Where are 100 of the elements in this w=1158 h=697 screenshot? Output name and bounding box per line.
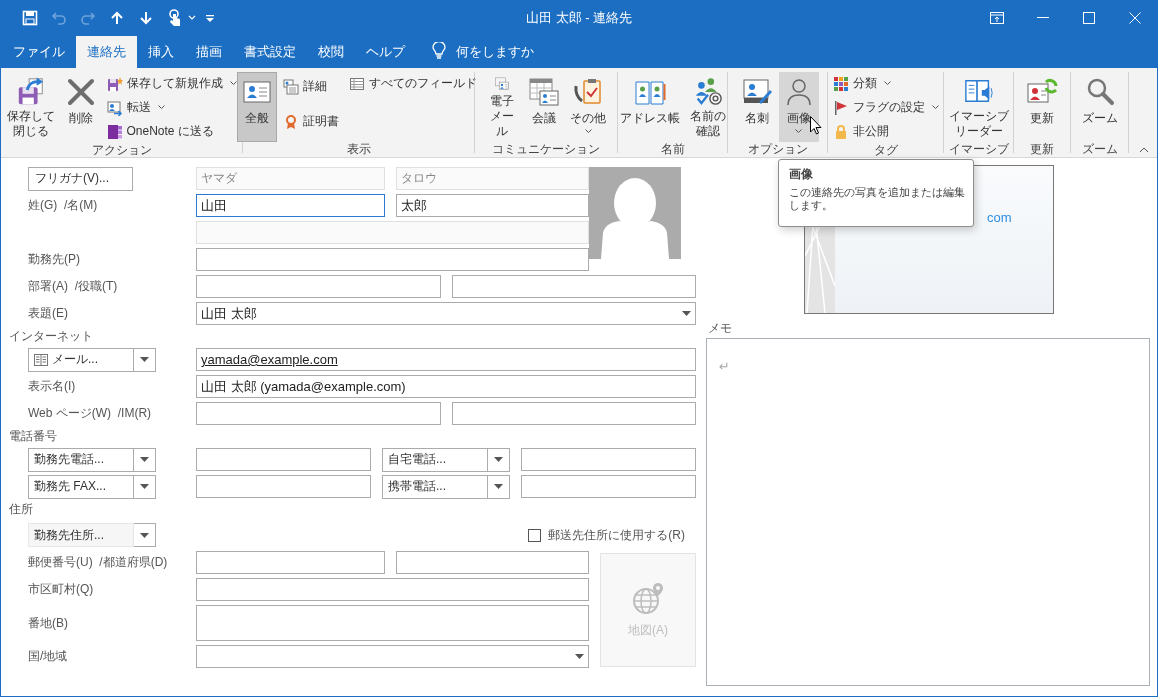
group-label: アクション [91,143,152,157]
email-field[interactable]: yamada@example.com [196,348,696,371]
field-label: 番地(B) [28,614,68,632]
collapse-ribbon-icon[interactable] [1139,147,1149,153]
dropdown-arrow-icon [575,654,584,659]
color-grid-icon [832,75,849,92]
input-field[interactable] [196,605,589,641]
dropdown-arrow-icon [494,457,503,462]
group-label: イマーシブ [948,142,1009,156]
general-view-button[interactable]: 全般 [236,72,277,142]
input-field[interactable] [196,275,441,298]
ribbon-tab[interactable]: 描画 [185,36,233,68]
dropdown-button[interactable] [488,474,510,499]
ribbon-tab[interactable]: 連絡先 [76,36,137,68]
field-label: 郵便番号(U) /都道府県(D) [28,554,168,571]
details-view-button[interactable]: 詳細 [278,75,343,98]
field-label: 部署(A) /役職(T) [28,278,118,295]
phone-field[interactable] [196,475,371,498]
input-field[interactable]: ヤマダ [196,167,385,190]
field-label: 勤務先(P) [28,251,80,268]
input-field[interactable] [452,402,696,425]
tell-me-search[interactable]: 何をしますか [456,36,534,68]
save-close-button[interactable]: 保存して閉じる [2,72,59,142]
lightbulb-icon[interactable] [432,42,446,60]
ribbon-tab[interactable]: ファイル [2,36,76,68]
input-field[interactable] [452,275,696,298]
address-type-button[interactable]: 勤務先住所... [28,523,134,547]
dropdown-arrow-icon [494,484,503,489]
input-field[interactable]: 太郎 [396,194,589,217]
group-label: オプション [747,142,808,156]
group-label: 更新 [1030,142,1054,156]
phone-type-button[interactable]: 自宅電話... [382,447,488,472]
section-label: インターネット [9,327,93,345]
field-label: 国/地域 [28,648,68,665]
more-button[interactable]: その他 [566,72,610,142]
input-field[interactable]: 山田 [196,194,385,217]
field-label: 市区町村(Q) [28,581,94,598]
email-type-button[interactable]: メール... [28,347,134,372]
table-icon [348,75,365,92]
field-label: 表題(E) [28,305,68,322]
update-button[interactable]: 更新 [1022,72,1062,142]
delete-button[interactable]: 削除 [60,72,101,142]
ribbon-tab[interactable]: ヘルプ [355,36,416,68]
section-label: 住所 [9,500,33,518]
calendar-icon [528,76,560,108]
meeting-button[interactable]: 会議 [524,72,564,142]
save-icon[interactable] [20,8,39,28]
input-field[interactable] [196,248,589,271]
input-field[interactable]: 山田 太郎 (yamada@example.com) [196,375,696,398]
ribbon-tab[interactable]: 書式設定 [233,36,307,68]
notes-label: メモ [708,321,732,335]
check-names-button[interactable]: 名前の確認 [685,72,730,142]
customize-icon[interactable] [206,14,214,22]
checkbox[interactable] [528,528,542,542]
flag-icon [832,99,849,116]
input-field[interactable]: タロウ [396,167,589,190]
group-label: 表示 [346,142,371,156]
caret-icon[interactable] [188,15,196,21]
phone-field[interactable] [521,448,696,471]
dropdown-button[interactable] [134,347,156,372]
input-field[interactable] [196,551,385,574]
email-button[interactable]: 電子メール [482,72,522,142]
phone-type-button[interactable]: 携帯電話... [382,474,488,499]
input-field[interactable] [196,578,589,601]
furigana-button[interactable]: フリガナ(V)... [28,166,133,191]
cards-icon [282,78,299,95]
private-button[interactable]: 非公開 [828,120,943,143]
certificates-button[interactable]: 証明書 [278,110,343,133]
dropdown-button[interactable] [488,447,510,472]
phone-type-button[interactable]: 勤務先電話... [28,447,134,472]
business-card-button[interactable]: 名刺 [736,72,777,142]
input-field[interactable] [396,551,589,574]
phone-field[interactable] [196,448,371,471]
follow-up-button[interactable]: フラグの設定 [828,96,943,119]
dropdown-button[interactable] [134,474,156,499]
immersive-reader-button[interactable]: イマーシブリーダー [944,72,1013,142]
picture-button[interactable]: 画像 [778,72,819,142]
ribbon-tab[interactable]: 挿入 [137,36,185,68]
dropdown-arrow-icon [140,357,149,362]
dropdown-button[interactable] [134,447,156,472]
dropdown-arrow-icon [140,457,149,462]
dropdown-arrow-icon [140,484,149,489]
phone-field[interactable] [521,475,696,498]
checkbox-label: 郵送先住所に使用する(R) [548,526,685,544]
group-label: タグ [873,143,898,157]
input-field[interactable] [196,402,441,425]
zoom-button[interactable]: ズーム [1077,72,1122,142]
section-label: 電話番号 [9,427,57,445]
phone-type-button[interactable]: 勤務先 FAX... [28,474,134,499]
all-fields-button[interactable]: すべてのフィールド [344,72,481,95]
field-label: 姓(G) /名(M) [28,197,98,214]
dropdown-field[interactable]: 山田 太郎 [196,302,696,325]
mouse-pointer-icon [810,116,822,135]
ribbon-tab[interactable]: 校閲 [307,36,355,68]
address-card-icon [34,353,48,366]
dropdown-button[interactable] [134,523,156,547]
dropdown-arrow-icon [140,532,149,538]
categorize-button[interactable]: 分類 [828,72,943,95]
dropdown-field[interactable] [196,645,589,668]
address-book-button[interactable]: アドレス帳 [615,72,684,142]
